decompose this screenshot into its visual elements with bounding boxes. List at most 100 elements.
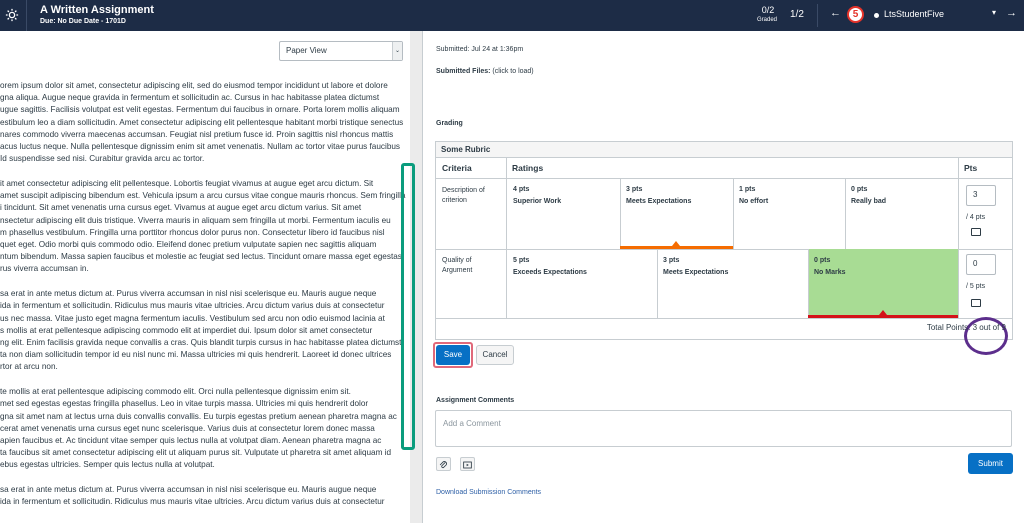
text-line: rus viverra accumsan in. bbox=[0, 264, 89, 274]
paperclip-icon[interactable] bbox=[436, 457, 451, 471]
rating-label: Meets Expectations bbox=[626, 198, 692, 205]
rating-r1-2[interactable]: 1 pts No effort bbox=[739, 184, 768, 208]
rating-pts: 5 pts bbox=[513, 257, 530, 264]
top-bar: A Written Assignment Due: No Due Date - … bbox=[0, 0, 1024, 31]
media-icon[interactable] bbox=[460, 457, 475, 471]
text-line: s mollis at erat pellentesque adipiscing… bbox=[0, 325, 373, 335]
rubric-col-pts: Pts bbox=[958, 158, 1012, 179]
paragraph: orem ipsum dolor sit amet, consectetur a… bbox=[0, 80, 412, 165]
view-select-value: Paper View bbox=[286, 46, 327, 55]
submit-button[interactable]: Submit bbox=[968, 453, 1013, 474]
header-divider bbox=[817, 4, 818, 27]
due-date: Due: No Due Date - 1701D bbox=[40, 18, 126, 25]
text-line: ng elit. Enim facilisis gravida neque co… bbox=[0, 338, 402, 348]
document-pane: Paper View ⌄ orem ipsum dolor sit amet, … bbox=[0, 31, 422, 523]
grading-label: Grading bbox=[436, 120, 463, 127]
paragraph: te mollis at erat pellentesque adipiscin… bbox=[0, 386, 412, 471]
rating-pts: 3 pts bbox=[626, 186, 643, 193]
criterion-quality: Quality of Argument bbox=[442, 257, 473, 274]
text-line: sa erat in ante metus dictum at. Purus v… bbox=[0, 485, 377, 495]
arrow-left-icon[interactable]: ← bbox=[830, 7, 841, 19]
caret-down-icon[interactable]: ▾ bbox=[992, 8, 996, 17]
status-dot bbox=[874, 13, 879, 18]
text-line: rtor at arcu non. bbox=[0, 362, 58, 372]
student-select[interactable]: LtsStudentFive bbox=[884, 9, 944, 19]
text-line: nsectetur adipiscing elit duis tristique… bbox=[0, 215, 391, 225]
submission-pager: 1/2 bbox=[790, 9, 804, 20]
text-line: acus luctus neque. Nulla pellentesque di… bbox=[0, 142, 401, 152]
rating-r1-1[interactable]: 3 pts Meets Expectations bbox=[626, 184, 691, 208]
text-line: te mollis at erat pellentesque adipiscin… bbox=[0, 387, 351, 397]
score-input[interactable]: 0 bbox=[966, 254, 996, 275]
rubric-title: Some Rubric bbox=[436, 142, 1012, 158]
cancel-button[interactable]: Cancel bbox=[476, 345, 514, 365]
text-line: estibulum leo a diam sollicitudin. Amet … bbox=[0, 117, 404, 127]
text-line: ntum bibendum. Massa sapien faucibus et … bbox=[0, 252, 402, 262]
submitted-files: Submitted Files: (click to load) bbox=[436, 68, 534, 75]
score-out-of: / 5 pts bbox=[966, 283, 986, 290]
text-line: cerat amet venenatis urna cursus eget nu… bbox=[0, 423, 375, 433]
submitted-files-label: Submitted Files: bbox=[436, 68, 491, 75]
text-line: ta faucibus sit amet consectetur adipisc… bbox=[0, 448, 392, 458]
rating-pts: 1 pts bbox=[739, 186, 756, 193]
rating-r2-2[interactable]: 0 pts No Marks bbox=[814, 255, 846, 279]
text-line: amet suscipit adipiscing bibendum est. V… bbox=[0, 191, 406, 201]
rating-label: No Marks bbox=[814, 269, 846, 276]
submission-text: orem ipsum dolor sit amet, consectetur a… bbox=[0, 80, 412, 521]
text-line: orem ipsum dolor sit amet, consectetur a… bbox=[0, 81, 388, 90]
text-line: gna sit amet nam at lectus urna duis con… bbox=[0, 411, 397, 421]
comment-bubble-icon[interactable] bbox=[971, 228, 981, 236]
score-input[interactable]: 3 bbox=[966, 185, 996, 206]
text-line: ida in fermentum et sollicitudin. Ridicu… bbox=[0, 497, 385, 507]
text-line: met sed egestas egestas fringilla phasel… bbox=[0, 399, 369, 409]
rating-r1-3[interactable]: 0 pts Really bad bbox=[851, 184, 886, 208]
rating-pts: 3 pts bbox=[663, 257, 680, 264]
download-comments-link[interactable]: Download Submission Comments bbox=[436, 489, 541, 496]
rating-label: Meets Expectations bbox=[663, 269, 729, 276]
text-line: m phasellus vestibulum. Fringilla urna p… bbox=[0, 227, 385, 237]
rating-label: No effort bbox=[739, 198, 769, 205]
save-button[interactable]: Save bbox=[436, 345, 470, 365]
grading-pane: Submitted: Jul 24 at 1:36pm Submitted Fi… bbox=[423, 31, 1024, 523]
rating-pts: 0 pts bbox=[851, 186, 868, 193]
criterion-description: Description of criterion bbox=[442, 187, 485, 204]
rating-r2-0[interactable]: 5 pts Exceeds Expectations bbox=[513, 255, 587, 279]
text-line: Id suspendisse sed nisi. Curabitur gravi… bbox=[0, 154, 205, 164]
rating-label: Really bad bbox=[851, 198, 887, 205]
assignment-title[interactable]: A Written Assignment bbox=[40, 4, 154, 16]
selected-rating-bar bbox=[620, 246, 733, 249]
text-line: gna aliqua. Augue neque gravida in ferme… bbox=[0, 93, 380, 103]
student-badge: 5 bbox=[847, 6, 864, 23]
text-line: us nec massa. Vitae justo eget magna fer… bbox=[0, 313, 385, 323]
comments-label: Assignment Comments bbox=[436, 397, 515, 404]
rubric: Some Rubric Criteria Ratings Pts Descrip… bbox=[435, 141, 1013, 355]
paragraph: sa erat in ante metus dictum at. Purus v… bbox=[0, 288, 412, 373]
paragraph: it amet consectetur adipiscing elit pell… bbox=[0, 178, 412, 276]
comment-bubble-icon[interactable] bbox=[971, 299, 981, 307]
text-line: ugue sagittis. Facilisis volutpat est ve… bbox=[0, 105, 400, 115]
gear-icon[interactable] bbox=[5, 8, 19, 22]
chevron-down-icon[interactable]: ⌄ bbox=[392, 42, 402, 60]
rating-pts: 4 pts bbox=[513, 186, 530, 193]
rating-r2-1[interactable]: 3 pts Meets Expectations bbox=[663, 255, 728, 279]
rating-pts: 0 pts bbox=[814, 257, 831, 264]
graded-count: 0/2 bbox=[761, 5, 775, 15]
selected-rating-bar bbox=[808, 315, 958, 318]
text-line: apien faucibus et. Ac tincidunt vitae se… bbox=[0, 436, 382, 446]
comment-input[interactable]: Add a Comment bbox=[435, 410, 1012, 447]
arrow-right-icon[interactable]: → bbox=[1006, 7, 1017, 19]
rubric-total: Total Points: 3 out of 9 bbox=[926, 323, 1006, 332]
text-line: nares commodo viverra maecenas accumsan.… bbox=[0, 129, 394, 139]
text-line: it amet consectetur adipiscing elit pell… bbox=[0, 179, 374, 189]
text-line: i tincidunt. Sit amet venenatis urna cur… bbox=[0, 203, 362, 213]
rating-r1-0[interactable]: 4 pts Superior Work bbox=[513, 184, 561, 208]
rubric-col-criteria: Criteria bbox=[436, 158, 506, 179]
view-select[interactable]: Paper View ⌄ bbox=[279, 41, 403, 61]
load-files-link[interactable]: (click to load) bbox=[492, 68, 533, 75]
text-line: ebus egestas ultricies. Semper quis lect… bbox=[0, 460, 215, 470]
submitted-date: Submitted: Jul 24 at 1:36pm bbox=[436, 46, 524, 53]
text-line: ta non diam sollicitudin tempor id eu ni… bbox=[0, 350, 392, 360]
highlight-box bbox=[401, 163, 415, 450]
score-out-of: / 4 pts bbox=[966, 214, 986, 221]
rating-label: Superior Work bbox=[513, 198, 562, 205]
